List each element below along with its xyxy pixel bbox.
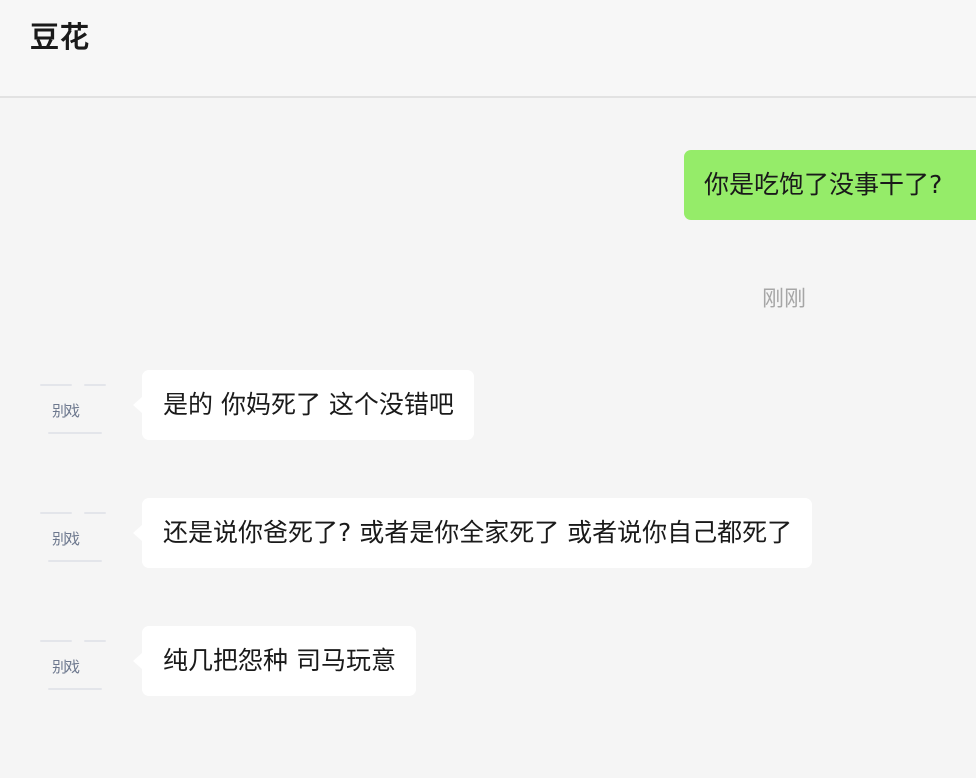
avatar-decoration (48, 688, 102, 690)
contact-avatar[interactable]: 别戏 (36, 498, 114, 576)
incoming-message-bubble[interactable]: 是的 你妈死了 这个没错吧 (133, 370, 474, 440)
message-timestamp: 刚刚 (762, 287, 807, 312)
avatar-decoration (48, 560, 102, 562)
avatar-decoration (40, 512, 72, 514)
avatar-decoration (84, 640, 106, 642)
incoming-message-bubble[interactable]: 还是说你爸死了? 或者是你全家死了 或者说你自己都死了 (132, 498, 813, 568)
avatar-decoration (40, 384, 72, 386)
avatar-image: 别戏 (52, 402, 80, 420)
message-list[interactable]: 你是吃饱了没事干了? 刚刚 别戏 是的 你妈死了 这个没错吧 别戏 还是说你爸死… (0, 98, 976, 778)
avatar-decoration (48, 432, 102, 434)
contact-avatar[interactable]: 别戏 (36, 626, 114, 704)
outgoing-message-bubble[interactable]: 你是吃饱了没事干了? (684, 150, 976, 220)
contact-avatar[interactable]: 别戏 (36, 370, 114, 448)
incoming-message-bubble[interactable]: 纯几把怨种 司马玩意 (133, 626, 416, 696)
avatar-decoration (84, 384, 106, 386)
avatar-image: 别戏 (52, 658, 80, 676)
contact-name: 豆花 (30, 20, 91, 54)
avatar-image: 别戏 (52, 530, 80, 548)
avatar-decoration (40, 640, 72, 642)
chat-header: 豆花 (0, 0, 976, 98)
avatar-decoration (84, 512, 106, 514)
